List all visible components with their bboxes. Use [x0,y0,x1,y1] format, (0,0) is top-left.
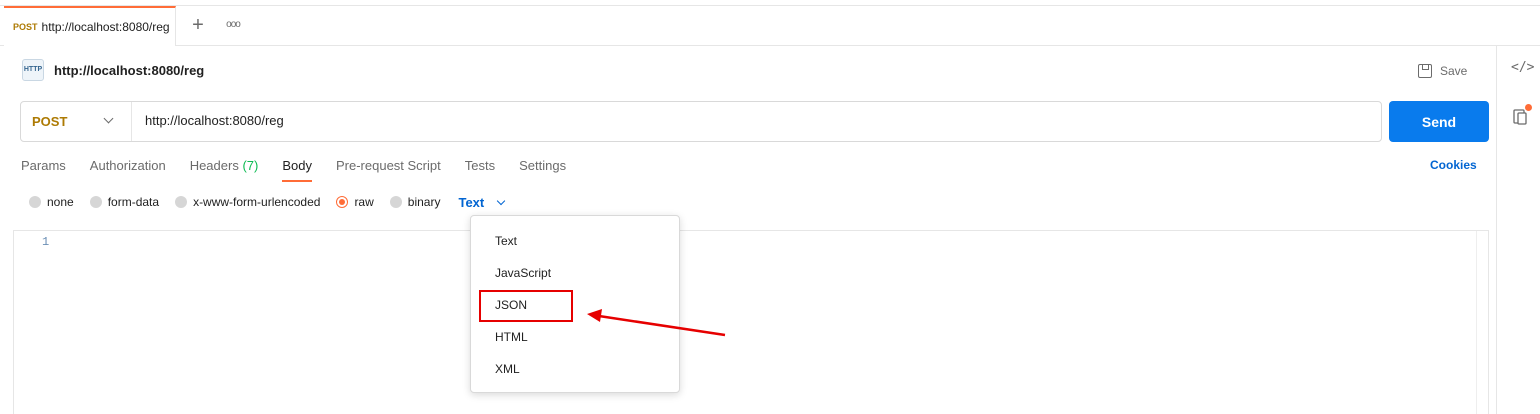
line-number: 1 [42,235,50,249]
notification-dot [1525,104,1532,111]
radio-dot [389,196,402,208]
method-value: POST [32,114,68,129]
radio-dot [175,196,188,208]
language-select[interactable]: Text [458,194,506,210]
radio-label: binary [407,195,441,209]
request-title[interactable]: http://localhost:8080/reg [54,63,204,78]
radio-dot [89,196,102,208]
dropdown-item-xml[interactable]: XML [471,353,679,385]
tab-authorization[interactable]: Authorization [90,156,166,182]
url-input[interactable]: http://localhost:8080/reg [145,113,1345,128]
dropdown-item-javascript[interactable]: JavaScript [471,257,679,289]
radio-binary[interactable]: binary [389,195,441,209]
tab-params[interactable]: Params [21,156,66,182]
radio-dot-checked [336,196,349,208]
url-bar: POST http://localhost:8080/reg [20,101,1382,142]
chevron-down-icon [103,113,114,124]
code-snippet-icon[interactable]: </> [1511,60,1534,80]
radio-dot [29,196,41,208]
request-tab[interactable]: POST http://localhost:8080/reg [4,6,176,46]
request-tabs: Params Authorization Headers (7) Body Pr… [21,156,590,182]
tab-tests[interactable]: Tests [465,156,495,182]
radio-raw[interactable]: raw [336,195,374,209]
language-selected: Text [458,194,485,210]
radio-none[interactable]: none [29,195,74,209]
tab-headers-label: Headers [189,158,239,173]
save-button[interactable]: Save [1418,60,1467,82]
body-type-options: none form-data x-www-form-urlencoded raw… [29,193,506,211]
headers-count: (7) [242,158,259,173]
radio-x-www-form-urlencoded[interactable]: x-www-form-urlencoded [175,195,320,209]
tab-settings[interactable]: Settings [519,156,566,182]
radio-label: x-www-form-urlencoded [193,195,321,209]
body-editor[interactable]: 1 [13,230,1489,414]
tab-headers[interactable]: Headers (7) [190,156,259,182]
method-select[interactable]: POST [21,102,132,141]
tab-method: POST [13,22,38,32]
cookies-link[interactable]: Cookies [1430,158,1477,172]
tab-body[interactable]: Body [282,156,312,182]
highlight-box [479,290,573,322]
save-label: Save [1440,64,1468,78]
tab-pre-request-script[interactable]: Pre-request Script [336,156,441,182]
right-sidebar: </> [1496,46,1540,414]
annotation-arrow-icon [587,309,726,337]
editor-scrollbar[interactable] [1476,231,1488,414]
radio-label: raw [354,195,374,209]
radio-form-data[interactable]: form-data [89,195,160,209]
tab-bar: POST http://localhost:8080/reg + ooo [0,6,1540,46]
http-request-icon: HTTP [22,59,44,81]
radio-label: form-data [107,195,160,209]
tab-name: http://localhost:8080/reg [41,20,170,34]
dropdown-item-text[interactable]: Text [471,225,679,257]
send-button[interactable]: Send [1389,101,1489,142]
radio-label: none [47,195,74,209]
more-tabs-icon[interactable]: ooo [223,14,243,36]
chevron-down-icon [496,196,506,205]
save-icon [1418,64,1432,78]
new-tab-plus-icon[interactable]: + [188,14,208,36]
